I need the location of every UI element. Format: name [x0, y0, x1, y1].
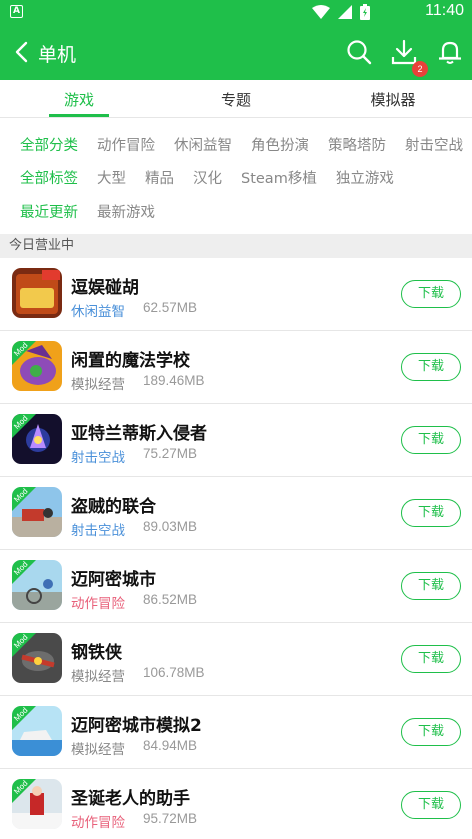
search-icon[interactable] [345, 38, 373, 66]
game-size: 189.46MB [143, 373, 205, 388]
page-title: 单机 [38, 44, 77, 66]
filter-chinese[interactable]: 汉化 [193, 167, 222, 188]
game-name[interactable]: 迈阿密城市 [71, 565, 156, 590]
game-icon[interactable]: Mod [12, 633, 62, 683]
tab-games[interactable]: 游戏 [64, 89, 94, 110]
game-row-miami-city[interactable]: Mod 迈阿密城市动作冒险 86.52MB 下载 [0, 550, 472, 623]
game-name[interactable]: 闲置的魔法学校 [71, 346, 190, 371]
tab-bar: 游戏 专题 模拟器 [0, 80, 472, 118]
active-tab-indicator [49, 114, 109, 117]
game-category: 动作冒险 [71, 596, 125, 612]
download-button[interactable]: 下载 [401, 426, 461, 454]
app-bar: 单机 2 [0, 24, 472, 80]
game-row-miami-city-sim-2[interactable]: Mod 迈阿密城市模拟2 模拟经营 84.94MB 下载 [0, 696, 472, 769]
game-size: 86.52MB [143, 592, 198, 607]
game-icon[interactable]: Mod [12, 560, 62, 610]
game-size: 75.27MB [143, 446, 198, 461]
game-category: 模拟经营 [71, 669, 125, 685]
download-button[interactable]: 下载 [401, 572, 461, 600]
game-category: 射击空战 [71, 450, 125, 466]
game-icon[interactable]: Mod [12, 779, 62, 829]
filter-indie[interactable]: 独立游戏 [336, 167, 394, 188]
filter-casual-puzzle[interactable]: 休闲益智 [174, 134, 232, 155]
game-icon[interactable]: Mod [12, 706, 62, 756]
game-row-douyu-penghu[interactable]: 逗娱碰胡休闲益智 62.57MB 下载 [0, 258, 472, 331]
filter-large[interactable]: 大型 [97, 167, 126, 188]
game-category: 射击空战 [71, 523, 125, 539]
download-icon[interactable] [390, 38, 418, 66]
game-name[interactable]: 圣诞老人的助手 [71, 784, 190, 809]
category-filter-row: 全部分类 动作冒险 休闲益智 角色扮演 策略塔防 射击空战 [20, 134, 472, 154]
game-name[interactable]: 盗贼的联合 [71, 492, 156, 517]
download-button[interactable]: 下载 [401, 353, 461, 381]
sort-filter-row: 最近更新 最新游戏 [20, 201, 174, 221]
game-icon[interactable] [12, 268, 62, 318]
game-category: 模拟经营 [71, 377, 125, 393]
filter-action-adventure[interactable]: 动作冒险 [97, 134, 155, 155]
signal-icon [338, 5, 352, 19]
bell-icon[interactable] [436, 38, 464, 66]
a-notification-icon: A [10, 5, 23, 18]
download-button[interactable]: 下载 [401, 280, 461, 308]
filter-featured[interactable]: 精品 [145, 167, 174, 188]
sort-recent-update[interactable]: 最近更新 [20, 201, 78, 222]
filter-shooter[interactable]: 射击空战 [405, 134, 463, 155]
tag-filter-row: 全部标签 大型 精品 汉化 Steam移植 独立游戏 [20, 167, 413, 187]
filter-steam-port[interactable]: Steam移植 [241, 167, 317, 188]
game-list: 逗娱碰胡休闲益智 62.57MB 下载 Mod 闲置的魔法学校模拟经营 189.46MB 下… [0, 258, 472, 839]
game-size: 89.03MB [143, 519, 198, 534]
status-time: 11:40 [425, 2, 464, 19]
game-row-santa-helper[interactable]: Mod 圣诞老人的助手动作冒险 95.72MB 下载 [0, 769, 472, 839]
game-name[interactable]: 迈阿密城市模拟2 [71, 711, 202, 736]
game-row-idle-magic-school[interactable]: Mod 闲置的魔法学校模拟经营 189.46MB 下载 [0, 331, 472, 404]
game-name[interactable]: 钢铁侠 [71, 638, 122, 663]
game-name[interactable]: 逗娱碰胡 [71, 273, 139, 298]
status-bar: A 11:40 [0, 0, 472, 24]
filter-strategy[interactable]: 策略塔防 [328, 134, 386, 155]
game-size: 84.94MB [143, 738, 198, 753]
filter-all-tags[interactable]: 全部标签 [20, 167, 78, 188]
back-arrow-icon[interactable] [10, 38, 36, 66]
game-row-atlantis-invaders[interactable]: Mod 亚特兰蒂斯入侵者射击空战 75.27MB 下载 [0, 404, 472, 477]
download-button[interactable]: 下载 [401, 499, 461, 527]
battery-icon [360, 4, 370, 20]
game-size: 106.78MB [143, 665, 205, 680]
game-icon[interactable]: Mod [12, 341, 62, 391]
game-row-iron-man[interactable]: Mod 钢铁侠模拟经营 106.78MB 下载 [0, 623, 472, 696]
game-category: 休闲益智 [71, 304, 125, 320]
game-size: 95.72MB [143, 811, 198, 826]
filter-all-categories[interactable]: 全部分类 [20, 134, 78, 155]
game-name[interactable]: 亚特兰蒂斯入侵者 [71, 419, 207, 444]
sort-newest[interactable]: 最新游戏 [97, 201, 155, 222]
game-size: 62.57MB [143, 300, 198, 315]
game-row-thieves-alliance[interactable]: Mod 盗贼的联合射击空战 89.03MB 下载 [0, 477, 472, 550]
wifi-icon [312, 5, 330, 19]
filter-rpg[interactable]: 角色扮演 [251, 134, 309, 155]
game-icon[interactable]: Mod [12, 487, 62, 537]
download-button[interactable]: 下载 [401, 791, 461, 819]
game-category: 动作冒险 [71, 815, 125, 831]
game-category: 模拟经营 [71, 742, 125, 758]
tab-topics[interactable]: 专题 [221, 89, 251, 110]
section-title: 今日营业中 [0, 234, 472, 258]
game-icon[interactable]: Mod [12, 414, 62, 464]
download-button[interactable]: 下载 [401, 718, 461, 746]
tab-emulators[interactable]: 模拟器 [370, 89, 415, 110]
download-badge: 2 [412, 61, 428, 77]
download-button[interactable]: 下载 [401, 645, 461, 673]
